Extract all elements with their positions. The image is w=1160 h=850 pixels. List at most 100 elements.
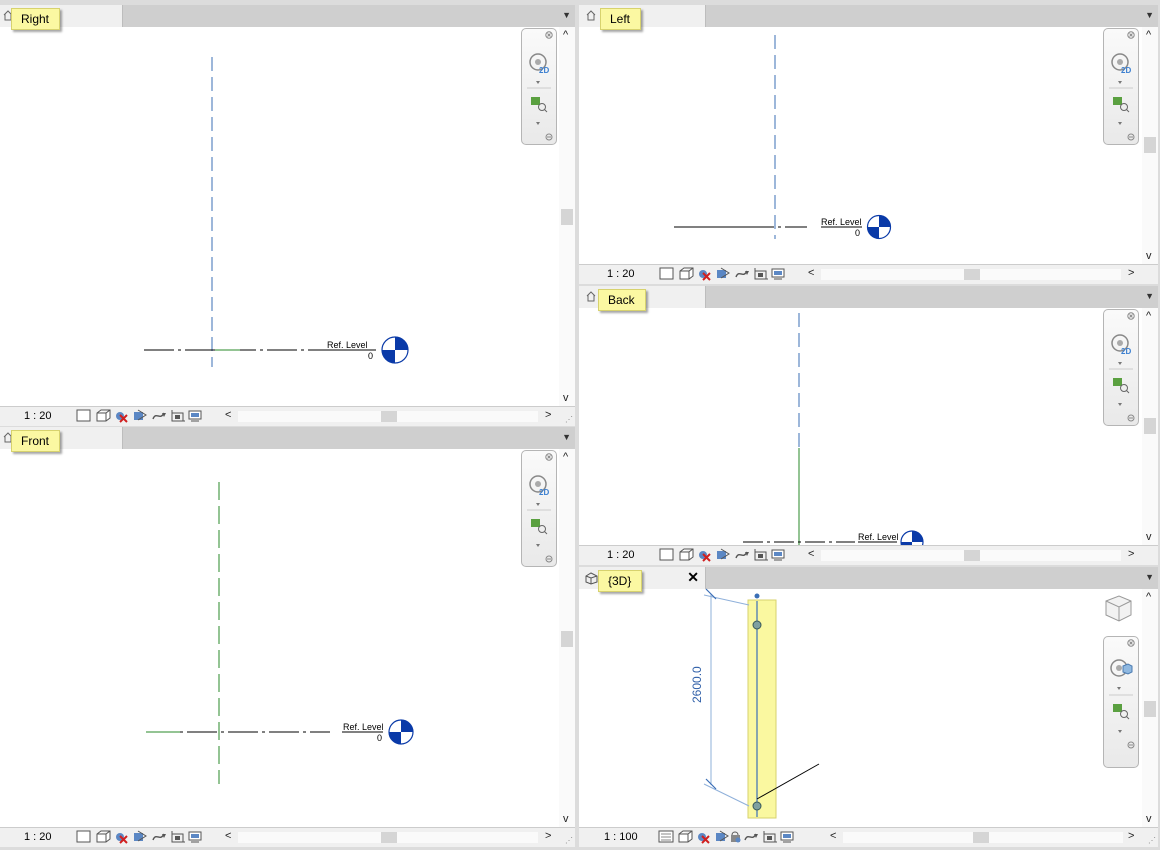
scroll-right-icon[interactable]: > [545, 830, 551, 842]
tab-left[interactable]: Left [579, 5, 706, 30]
scroll-down-icon[interactable]: v [1146, 531, 1152, 543]
drawing-area[interactable]: 2600.0 [579, 588, 1158, 847]
crop-view-icon [152, 833, 166, 841]
svg-text:2D: 2D [1121, 66, 1131, 75]
scroll-thumb[interactable] [973, 832, 989, 843]
scroll-thumb[interactable] [964, 269, 980, 280]
view-scale[interactable]: 1 : 20 [607, 268, 635, 280]
vertical-scrollbar[interactable]: ^ v [559, 27, 575, 406]
view-menu-icon[interactable]: ▼ [1145, 572, 1154, 582]
shadows-icon [134, 830, 147, 842]
vertical-scrollbar[interactable]: ^ v [1142, 589, 1158, 827]
vertical-scrollbar[interactable]: ^ v [559, 449, 575, 827]
view-front[interactable]: Front ▼ Ref. Level 0 2D ^ v 1: 20 < > ⋰ [0, 427, 575, 847]
scroll-left-icon[interactable]: < [830, 830, 836, 842]
close-navbar-icon [545, 31, 553, 39]
level-value: 0 [855, 228, 860, 238]
tab-back[interactable]: Back [579, 286, 706, 311]
sun-path-off-icon [699, 551, 711, 562]
scroll-up-icon[interactable]: ^ [1146, 591, 1151, 603]
scroll-down-icon[interactable]: v [1146, 813, 1152, 825]
view-menu-icon[interactable]: ▼ [1145, 291, 1154, 301]
drawing-area[interactable]: Ref. Level 0 2D [0, 27, 575, 426]
view-scale[interactable]: 1 : 100 [604, 831, 638, 843]
close-view-icon[interactable]: ✕ [687, 569, 699, 585]
scroll-thumb[interactable] [1144, 137, 1156, 153]
detail-level-icon [658, 830, 674, 843]
resize-grip-icon[interactable]: ⋰ [565, 415, 573, 424]
scroll-down-icon[interactable]: v [563, 813, 569, 825]
steering-wheel-icon [1110, 659, 1133, 690]
view-menu-icon[interactable]: ▼ [562, 432, 571, 442]
svg-text:2D: 2D [539, 66, 549, 75]
scroll-thumb[interactable] [1144, 418, 1156, 434]
view-controls[interactable] [659, 267, 799, 281]
lock-3d-view-icon [731, 831, 741, 843]
view-control-bar: 1 : 20 < > ⋰ [0, 827, 575, 847]
horizontal-scrollbar[interactable] [843, 832, 1123, 843]
close-navbar-icon [1127, 31, 1135, 39]
scroll-up-icon[interactable]: ^ [563, 451, 568, 463]
horizontal-scrollbar[interactable] [238, 832, 538, 843]
tab-right[interactable]: Right [0, 5, 123, 30]
drawing-area[interactable]: Ref. Level 0 2D [579, 27, 1158, 284]
scroll-up-icon[interactable]: ^ [1146, 310, 1151, 322]
view-back[interactable]: Back ▼ Ref. Level 2D ^ v 1: 20 < > [579, 286, 1158, 565]
view-controls[interactable] [658, 830, 828, 844]
selected-element-highlight [747, 599, 777, 819]
shadows-icon [716, 830, 729, 842]
scroll-up-icon[interactable]: ^ [1146, 29, 1151, 41]
temporary-hide-icon [780, 831, 794, 843]
view-left[interactable]: Left ▼ Ref. Level 0 2D ^ v 1: 20 < > [579, 5, 1158, 284]
scroll-thumb[interactable] [561, 631, 573, 647]
view-menu-icon[interactable]: ▼ [562, 10, 571, 20]
view-right[interactable]: Right ▼ Ref. Level 0 2D ^ v 1: 20 < > ⋰ [0, 5, 575, 426]
tab-3d[interactable]: {3D} ✕ [579, 567, 706, 592]
view-controls[interactable] [659, 548, 799, 562]
view-scale[interactable]: 1 : 20 [24, 831, 52, 843]
resize-grip-icon[interactable]: ⋰ [1148, 836, 1156, 845]
close-navbar-icon [545, 453, 553, 461]
scroll-left-icon[interactable]: < [225, 830, 231, 842]
level-head-icon [388, 719, 414, 745]
view-controls[interactable] [76, 830, 216, 844]
view-scale[interactable]: 1 : 20 [607, 549, 635, 561]
navigation-bar: 2D [521, 28, 557, 145]
resize-grip-icon[interactable]: ⋰ [565, 836, 573, 845]
scroll-down-icon[interactable]: v [563, 392, 569, 404]
scroll-right-icon[interactable]: > [1128, 267, 1134, 279]
tab-front[interactable]: Front [0, 427, 123, 452]
horizontal-scrollbar[interactable] [821, 550, 1121, 561]
scroll-thumb[interactable] [381, 832, 397, 843]
scroll-right-icon[interactable]: > [545, 409, 551, 421]
scroll-thumb[interactable] [561, 209, 573, 225]
view-3d[interactable]: {3D} ✕ ▼ 2600.0 ^ v 1: 100 < > ⋰ [579, 567, 1158, 847]
scroll-right-icon[interactable]: > [1128, 548, 1134, 560]
horizontal-scrollbar[interactable] [238, 411, 538, 422]
sun-path-off-icon [699, 270, 711, 281]
sun-path-off-icon [116, 412, 128, 423]
scroll-thumb[interactable] [381, 411, 397, 422]
scroll-up-icon[interactable]: ^ [563, 29, 568, 41]
scroll-left-icon[interactable]: < [808, 548, 814, 560]
scroll-left-icon[interactable]: < [225, 409, 231, 421]
elevation-drawing: Ref. Level 0 [144, 57, 409, 367]
vertical-scrollbar[interactable]: ^ v [1142, 308, 1158, 545]
horizontal-scrollbar[interactable] [821, 269, 1121, 280]
scroll-down-icon[interactable]: v [1146, 250, 1152, 262]
show-crop-region-icon [754, 268, 768, 280]
scroll-left-icon[interactable]: < [808, 267, 814, 279]
drawing-area[interactable]: Ref. Level 0 2D [0, 449, 575, 847]
scroll-right-icon[interactable]: > [1128, 830, 1134, 842]
crop-view-icon [735, 551, 749, 559]
vertical-scrollbar[interactable]: ^ v [1142, 27, 1158, 264]
level-name: Ref. Level [327, 340, 368, 350]
view-scale[interactable]: 1 : 20 [24, 410, 52, 422]
scroll-thumb[interactable] [964, 550, 980, 561]
navigation-bar: 2D [521, 450, 557, 567]
view-controls[interactable] [76, 409, 216, 423]
view-menu-icon[interactable]: ▼ [1145, 10, 1154, 20]
scroll-thumb[interactable] [1144, 701, 1156, 717]
drawing-area[interactable]: Ref. Level 2D [579, 308, 1158, 565]
show-crop-region-icon [171, 831, 185, 843]
